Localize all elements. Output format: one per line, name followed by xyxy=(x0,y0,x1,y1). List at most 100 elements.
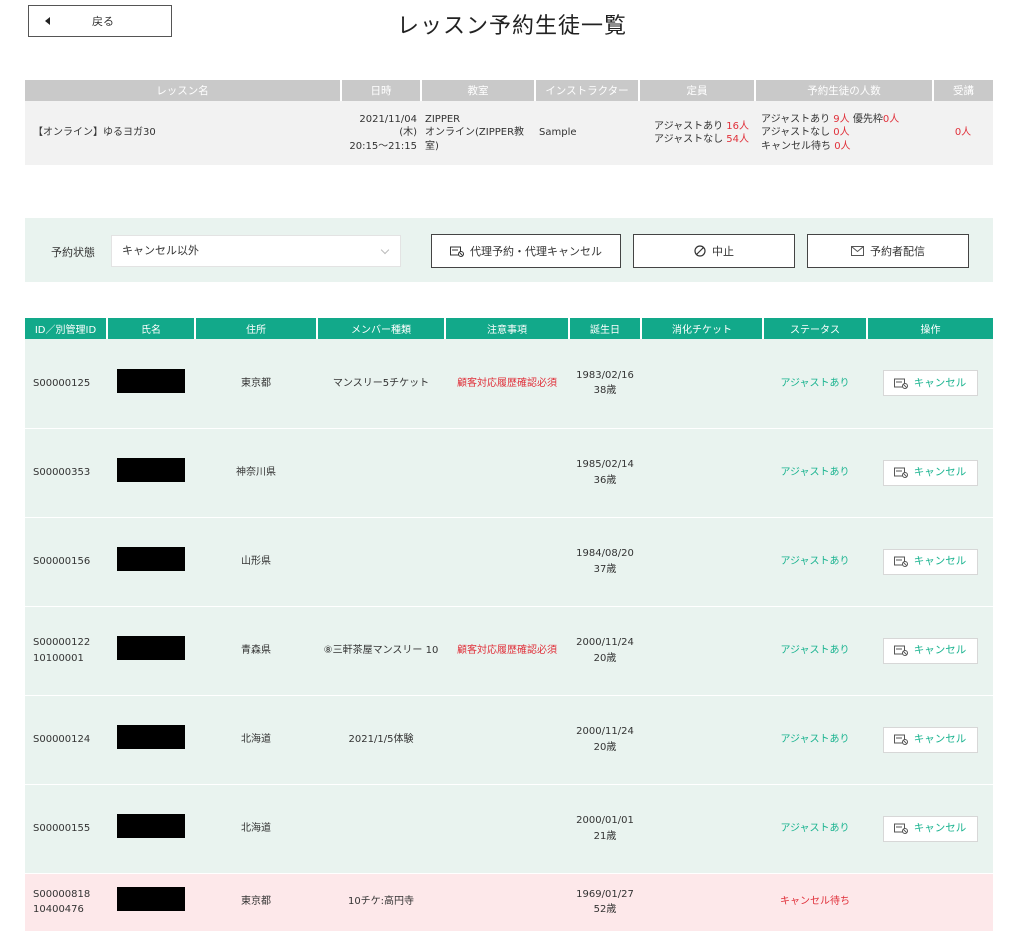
student-used-ticket xyxy=(641,428,763,518)
cancel-label: キャンセル xyxy=(913,466,967,479)
lesson-datetime: 2021/11/04 (木) 20:15～21:15 xyxy=(341,101,421,165)
student-age: 52歳 xyxy=(593,904,617,915)
reserved-wait-value: 0人 xyxy=(834,140,851,152)
student-member-type xyxy=(317,428,445,518)
student-status: アジャストあり xyxy=(763,695,867,785)
student-birthday-cell: 1969/01/27 52歳 xyxy=(569,873,641,932)
ticket-cancel-icon xyxy=(893,734,908,745)
student-member-type xyxy=(317,784,445,874)
lesson-col-attended: 受講 xyxy=(933,80,993,101)
redacted-name xyxy=(117,546,185,571)
cancel-label: キャンセル xyxy=(913,377,967,390)
student-age: 38歳 xyxy=(593,385,617,397)
chevron-down-icon xyxy=(380,245,390,255)
ticket-cancel-icon xyxy=(893,823,908,834)
stop-button[interactable]: 中止 xyxy=(633,234,795,268)
student-age: 36歳 xyxy=(593,474,617,486)
student-birthday-cell: 2000/11/24 20歳 xyxy=(569,695,641,785)
student-id: S00000124 xyxy=(33,733,91,745)
student-birthday-cell: 2000/11/24 20歳 xyxy=(569,606,641,696)
student-id: S00000125 xyxy=(33,377,91,389)
col-status: ステータス xyxy=(763,318,868,339)
student-address: 東京都 xyxy=(195,873,317,932)
lesson-attended: 0人 xyxy=(933,101,993,165)
reservation-status-select[interactable]: キャンセル以外 xyxy=(111,235,401,267)
table-row: S00000125 東京都 マンスリー5チケット 顧客対応履歴確認必須 1983/02/… xyxy=(25,339,993,429)
lesson-col-name: レッスン名 xyxy=(25,80,342,101)
student-address: 北海道 xyxy=(195,695,317,785)
lesson-time: 20:15～21:15 xyxy=(349,140,417,152)
reserved-wait-label: キャンセル待ち xyxy=(761,140,831,152)
proxy-reservation-button[interactable]: 代理予約・代理キャンセル xyxy=(431,234,621,268)
student-name-cell xyxy=(107,428,195,518)
mail-reservers-button[interactable]: 予約者配信 xyxy=(807,234,969,268)
student-address: 山形県 xyxy=(195,517,317,607)
student-id-cell: S00000155 xyxy=(25,784,107,874)
capacity-adjust-value: 16人 xyxy=(726,120,749,132)
student-operation-cell: キャンセル xyxy=(867,517,993,607)
student-birthday-cell: 1984/08/20 37歳 xyxy=(569,517,641,607)
cancel-label: キャンセル xyxy=(913,822,967,835)
cancel-button[interactable]: キャンセル xyxy=(882,637,978,664)
student-note xyxy=(445,784,569,874)
student-member-type: マンスリー5チケット xyxy=(317,339,445,429)
mail-reservers-label: 予約者配信 xyxy=(870,245,925,258)
student-age: 20歳 xyxy=(593,652,617,664)
student-id-cell: S00000124 xyxy=(25,695,107,785)
capacity-noadjust-value: 54人 xyxy=(726,134,749,145)
student-name-cell xyxy=(107,606,195,696)
lesson-summary-table: レッスン名 日時 教室 インストラクター 定員 予約生徒の人数 受講 【オンライ… xyxy=(25,80,993,165)
col-notes: 注意事項 xyxy=(445,318,570,339)
cancel-button[interactable]: キャンセル xyxy=(882,370,978,397)
student-birthday: 2000/01/01 xyxy=(576,815,634,826)
table-row: S00000353 神奈川県 1985/02/14 36歳 アジャストあり キャンセル xyxy=(25,428,993,518)
student-birthday: 2000/11/24 xyxy=(576,726,634,737)
student-status: アジャストあり xyxy=(763,784,867,874)
student-id: S00000155 xyxy=(33,822,91,834)
reserved-priority-value: 0人 xyxy=(882,113,900,125)
filter-bar: 予約状態 キャンセル以外 代理予約・代理キャンセル 中止 予約者配信 xyxy=(25,218,993,282)
student-age: 21歳 xyxy=(593,830,617,842)
col-id: ID／別管理ID xyxy=(25,318,108,339)
student-sub-id: 10100001 xyxy=(33,652,84,664)
student-name-cell xyxy=(107,784,195,874)
student-address: 神奈川県 xyxy=(195,428,317,518)
student-note: 顧客対応履歴確認必須 xyxy=(445,339,569,429)
lesson-col-date: 日時 xyxy=(341,80,422,101)
ticket-cancel-icon xyxy=(893,645,908,656)
student-id: S00000818 xyxy=(33,888,91,900)
student-status: アジャストあり xyxy=(763,339,867,429)
lesson-col-reserved: 予約生徒の人数 xyxy=(755,80,934,101)
cancel-button[interactable]: キャンセル xyxy=(882,815,978,842)
student-id: S00000122 xyxy=(33,637,91,648)
student-birthday: 1984/08/20 xyxy=(576,548,634,559)
reservation-status-value: キャンセル以外 xyxy=(122,244,199,257)
ticket-cancel-icon xyxy=(893,556,908,567)
student-used-ticket xyxy=(641,517,763,607)
proxy-reservation-label: 代理予約・代理キャンセル xyxy=(470,245,602,258)
student-note: 顧客対応履歴確認必須 xyxy=(445,606,569,696)
student-sub-id: 10400476 xyxy=(33,904,84,915)
lesson-room-line3: 室) xyxy=(425,140,439,152)
student-id: S00000353 xyxy=(33,466,91,478)
table-row: S00000122 10100001 青森県 ⑧三軒茶屋マンスリー 10 顧客対応履歴確… xyxy=(25,606,993,696)
table-row: S00000155 北海道 2000/01/01 21歳 アジャストあり キャンセル xyxy=(25,784,993,874)
col-birthday: 誕生日 xyxy=(569,318,642,339)
redacted-name xyxy=(117,635,185,660)
student-id-cell: S00000353 xyxy=(25,428,107,518)
student-address: 北海道 xyxy=(195,784,317,874)
cancel-button[interactable]: キャンセル xyxy=(882,548,978,575)
student-used-ticket xyxy=(641,606,763,696)
cancel-button[interactable]: キャンセル xyxy=(882,459,978,486)
student-address: 東京都 xyxy=(195,339,317,429)
mail-icon xyxy=(851,246,864,256)
lesson-room-line2: オンライン(ZIPPER教 xyxy=(425,127,525,139)
student-used-ticket xyxy=(641,695,763,785)
ticket-cancel-icon xyxy=(893,467,908,478)
student-id-cell: S00000818 10400476 xyxy=(25,873,107,932)
lesson-row: 【オンライン】ゆるヨガ30 2021/11/04 (木) 20:15～21:15… xyxy=(25,101,993,165)
capacity-noadjust-label: アジャストなし xyxy=(653,134,724,145)
cancel-button[interactable]: キャンセル xyxy=(882,726,978,753)
student-age: 20歳 xyxy=(593,741,617,753)
student-name-cell xyxy=(107,339,195,429)
